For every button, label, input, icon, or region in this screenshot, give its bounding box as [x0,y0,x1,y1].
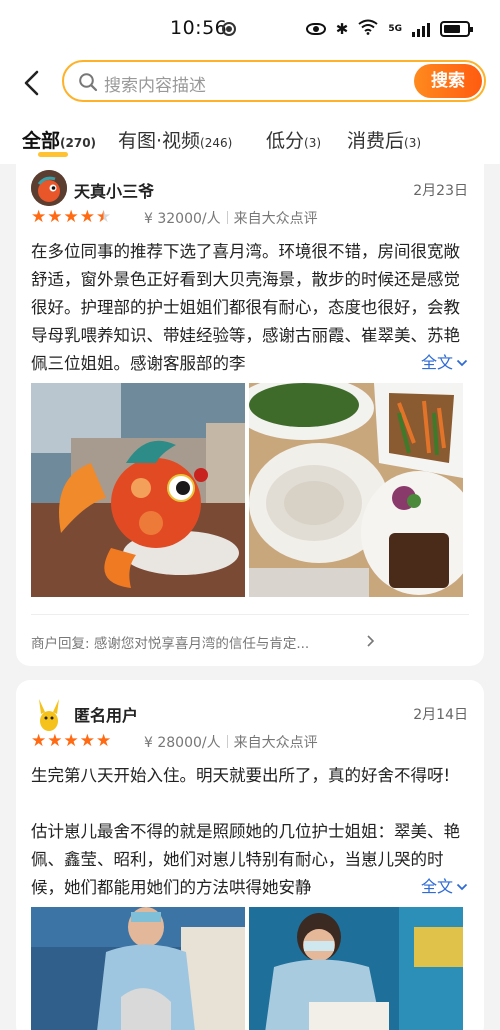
back-arrow-icon [24,70,39,96]
star-icon: ★ [79,207,95,227]
avatar[interactable] [31,170,67,206]
chevron-right-icon[interactable] [366,634,376,648]
search-icon [79,73,98,92]
half-star-icon: ★ [96,207,112,227]
review-source: 来自大众点评 [233,735,318,751]
battery-icon [440,21,473,37]
review-card[interactable]: 天真小三爷 2月23日 ★ ★ ★ ★ ★ ¥ 32000/人 来自大众点评 在多… [16,160,484,666]
star-rating: ★ ★ ★ ★ ★ [31,732,111,750]
price-per-person: ¥ 32000/人 [144,211,221,227]
tab-label: 有图·视频 [118,130,201,152]
tab-count: (246) [200,136,233,150]
reply-divider [31,614,469,615]
review-text-paragraph: 估计崽儿最舍不得的就是照顾她的几位护士姐姐：翠美、艳佩、鑫莹、昭利，她们对崽儿特… [31,822,460,897]
tab-count: (3) [404,136,422,150]
review-text: 在多位同事的推荐下选了喜月湾。环境很不错，房间很宽敞舒适，窗外景色正好看到大贝壳… [31,242,460,373]
expand-full-text-link[interactable]: 全文 [416,349,468,373]
tab-label: 低分 [266,130,305,152]
user-name[interactable]: 匿名用户 [74,702,138,726]
star-rating: ★ ★ ★ ★ ★ [31,208,111,226]
star-icon: ★ [31,207,47,227]
search-input[interactable]: 搜索内容描述 搜索 [62,60,486,102]
chevron-down-icon [456,359,468,367]
expand-label: 全文 [420,353,453,372]
filter-tabs: 全部(270) 有图·视频(246) 低分(3) 消费后(3) [0,108,500,164]
search-placeholder: 搜索内容描述 [104,76,206,96]
search-header: 搜索内容描述 搜索 [0,58,500,108]
review-source: 来自大众点评 [233,211,318,227]
tab-all[interactable]: 全部(270) [22,126,96,153]
tab-label: 全部 [22,130,61,152]
chevron-down-icon [456,883,468,891]
review-card[interactable]: 匿名用户 2月14日 ★ ★ ★ ★ ★ ¥ 28000/人 来自大众点评 生完第… [16,680,484,1030]
avatar[interactable] [31,696,67,732]
star-icon: ★ [47,731,63,751]
eye-comfort-icon [305,23,326,35]
status-bar: 10:56 ✱ 5G [0,0,500,58]
price-per-person: ¥ 28000/人 [144,735,221,751]
star-icon: ★ [79,731,95,751]
back-button[interactable] [18,66,48,100]
tab-count: (270) [60,136,97,150]
review-meta: ¥ 32000/人 来自大众点评 [144,208,318,228]
network-type-label: 5G [388,23,402,34]
star-icon: ★ [31,731,47,751]
user-name[interactable]: 天真小三爷 [74,178,154,202]
star-icon: ★ [47,207,63,227]
review-photo[interactable] [249,907,463,1030]
notification-dot-icon [222,22,236,36]
active-tab-indicator [38,152,68,157]
star-icon: ★ [96,731,112,751]
expand-label: 全文 [420,877,453,896]
status-icons: ✱ 5G [305,18,473,40]
tab-label: 消费后 [347,130,405,152]
tab-low-score[interactable]: 低分(3) [266,126,321,153]
star-icon: ★ [63,207,79,227]
wifi-icon [358,19,378,39]
expand-full-text-link[interactable]: 全文 [416,873,468,897]
review-photo[interactable] [249,383,463,597]
bluetooth-icon: ✱ [335,20,349,38]
review-photo[interactable] [31,907,245,1030]
review-text-paragraph: 生完第八天开始入住。明天就要出所了，真的好舍不得呀! [31,766,451,785]
review-photo[interactable] [31,383,245,597]
merchant-reply[interactable]: 商户回复: 感谢您对悦享喜月湾的信任与肯定... [31,632,309,652]
star-icon: ★ [63,731,79,751]
tab-with-media[interactable]: 有图·视频(246) [118,126,232,153]
status-time: 10:56 [170,17,228,39]
review-date: 2月14日 [413,707,468,723]
signal-icon [412,21,430,37]
search-button[interactable]: 搜索 [414,64,482,98]
review-meta: ¥ 28000/人 来自大众点评 [144,732,318,752]
tab-after-purchase[interactable]: 消费后(3) [347,126,421,153]
tab-count: (3) [304,136,322,150]
review-date: 2月23日 [413,183,468,199]
